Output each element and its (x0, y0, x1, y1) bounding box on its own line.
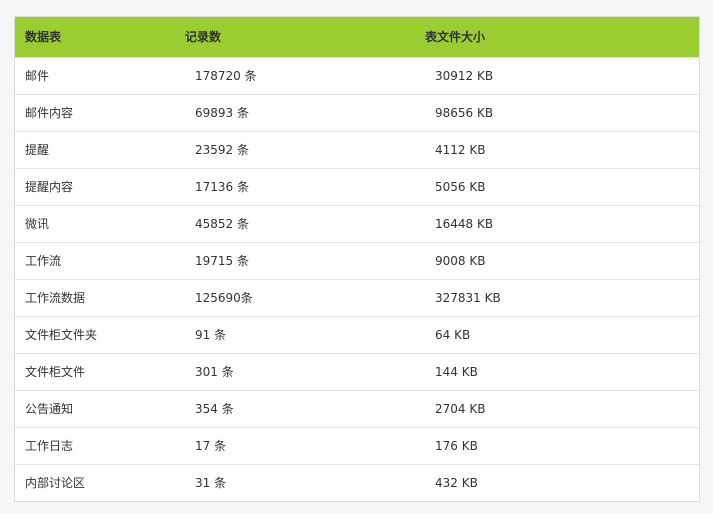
cell-file-size: 4112 KB (435, 142, 486, 157)
table-body: 邮件 178720 条 30912 KB 邮件内容 69893 条 98656 … (15, 57, 699, 501)
cell-file-size: 98656 KB (435, 105, 494, 120)
table-row: 提醒 23592 条 4112 KB (15, 131, 699, 168)
table-row: 工作流数据 125690条 327831 KB (15, 279, 699, 316)
table-row: 公告通知 354 条 2704 KB (15, 390, 699, 427)
cell-record-count: 45852 条 (195, 217, 249, 231)
cell-table-name: 邮件内容 (25, 106, 74, 120)
cell-file-size: 16448 KB (435, 216, 494, 231)
cell-record-count: 301 条 (195, 365, 234, 379)
table-row: 内部讨论区 31 条 432 KB (15, 464, 699, 501)
table-row: 邮件内容 69893 条 98656 KB (15, 94, 699, 131)
cell-table-name: 工作流数据 (25, 291, 86, 305)
header-record-count: 记录数 (185, 30, 222, 45)
table-row: 工作流 19715 条 9008 KB (15, 242, 699, 279)
cell-record-count: 91 条 (195, 328, 227, 342)
table-row: 微讯 45852 条 16448 KB (15, 205, 699, 242)
table-header: 数据表 记录数 表文件大小 (15, 17, 699, 57)
cell-file-size: 64 KB (435, 327, 471, 342)
cell-record-count: 178720 条 (195, 69, 257, 83)
cell-table-name: 提醒内容 (25, 180, 74, 194)
cell-table-name: 公告通知 (25, 402, 74, 416)
cell-file-size: 2704 KB (435, 401, 486, 416)
cell-record-count: 17 条 (195, 439, 227, 453)
cell-table-name: 提醒 (25, 143, 50, 157)
cell-record-count: 23592 条 (195, 143, 249, 157)
cell-table-name: 工作流 (25, 254, 62, 268)
cell-file-size: 432 KB (435, 475, 478, 490)
table-row: 文件柜文件 301 条 144 KB (15, 353, 699, 390)
cell-record-count: 17136 条 (195, 180, 249, 194)
cell-table-name: 邮件 (25, 69, 50, 83)
cell-table-name: 微讯 (25, 217, 50, 231)
cell-file-size: 327831 KB (435, 290, 501, 305)
table-row: 文件柜文件夹 91 条 64 KB (15, 316, 699, 353)
cell-table-name: 工作日志 (25, 439, 74, 453)
cell-table-name: 文件柜文件 (25, 365, 86, 379)
header-file-size: 表文件大小 (425, 30, 486, 45)
stats-table-container: 数据表 记录数 表文件大小 邮件 178720 条 30912 KB 邮件内容 … (14, 16, 700, 502)
table-row: 工作日志 17 条 176 KB (15, 427, 699, 464)
cell-file-size: 176 KB (435, 438, 478, 453)
cell-record-count: 125690条 (195, 291, 253, 305)
cell-record-count: 19715 条 (195, 254, 249, 268)
cell-record-count: 354 条 (195, 402, 234, 416)
table-row: 邮件 178720 条 30912 KB (15, 57, 699, 94)
table-row: 提醒内容 17136 条 5056 KB (15, 168, 699, 205)
database-stats-table: 数据表 记录数 表文件大小 邮件 178720 条 30912 KB 邮件内容 … (15, 17, 699, 501)
cell-record-count: 69893 条 (195, 106, 249, 120)
header-row: 数据表 记录数 表文件大小 (15, 17, 699, 57)
cell-file-size: 30912 KB (435, 68, 494, 83)
cell-file-size: 144 KB (435, 364, 478, 379)
cell-table-name: 文件柜文件夹 (25, 328, 98, 342)
cell-table-name: 内部讨论区 (25, 476, 86, 491)
cell-file-size: 5056 KB (435, 179, 486, 194)
header-table-name: 数据表 (25, 30, 62, 45)
cell-file-size: 9008 KB (435, 253, 486, 268)
cell-record-count: 31 条 (195, 476, 227, 491)
